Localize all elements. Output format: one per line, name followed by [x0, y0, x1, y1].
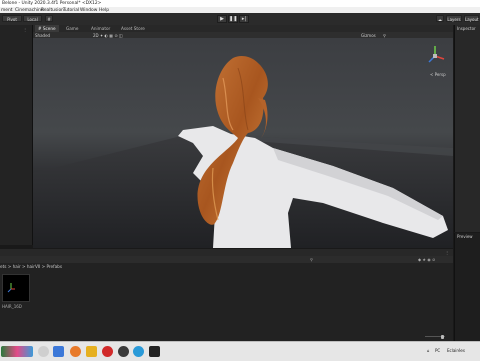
tab-animator[interactable]: Animator: [88, 25, 113, 32]
play-icon: ▶: [220, 16, 224, 22]
prefab-icon: [7, 283, 15, 293]
menu-item-help[interactable]: Help: [99, 8, 109, 13]
zoom-slider-thumb[interactable]: [441, 334, 444, 339]
shading-mode-dropdown[interactable]: Shaded: [35, 33, 50, 38]
scene-viewport[interactable]: < Persp: [33, 38, 453, 248]
menu-item-tutorial[interactable]: Tutorial: [63, 8, 79, 13]
collab-button[interactable]: ☁: [436, 15, 444, 22]
local-toggle[interactable]: Local: [23, 15, 42, 22]
gizmos-dropdown[interactable]: Gizmos: [361, 33, 376, 38]
language-label[interactable]: Eclairées: [447, 348, 465, 353]
inspector-title[interactable]: Inspector: [457, 26, 476, 31]
region-label: PC: [435, 348, 441, 353]
menu-item-reallusion[interactable]: Realtusion: [41, 8, 64, 13]
windows-taskbar: ⌂ PC Eclairées: [0, 341, 480, 361]
panel-menu-icon[interactable]: ⋮: [23, 27, 27, 32]
step-icon: ▸|: [241, 16, 247, 22]
tab-scene[interactable]: # Scene: [35, 25, 59, 32]
zoom-slider[interactable]: [425, 334, 445, 339]
window-title: Belone - Unity 2020.3.4f1 Personal* <DX1…: [2, 0, 102, 6]
opera-icon[interactable]: [102, 346, 113, 357]
tab-game[interactable]: Game: [63, 25, 81, 32]
window-title-bar: Belone - Unity 2020.3.4f1 Personal* <DX1…: [0, 0, 480, 7]
asset-name: HAIR_16D: [2, 304, 22, 309]
layers-label: Layers: [447, 17, 461, 22]
hierarchy-panel: ⋮: [0, 25, 33, 245]
tab-asset-store[interactable]: Asset Store: [118, 25, 148, 32]
asset-thumbnail[interactable]: [2, 274, 30, 302]
project-tab-bar: ⋮: [0, 249, 453, 256]
play-button[interactable]: ▶: [217, 15, 227, 23]
unity-icon[interactable]: [149, 346, 160, 357]
grid-snap-button[interactable]: #: [45, 15, 53, 22]
menu-item-window[interactable]: Window: [80, 8, 97, 13]
persp-label[interactable]: < Persp: [430, 72, 446, 77]
network-icon[interactable]: ⌂: [427, 348, 430, 353]
layout-label: Layout: [465, 17, 479, 22]
pivot-label: Pivot: [7, 17, 17, 22]
scene-search-icon[interactable]: ⚲: [383, 33, 386, 38]
steam-icon[interactable]: [118, 346, 129, 357]
project-browser: [0, 263, 453, 341]
preview-panel: Preview: [454, 233, 480, 341]
project-search-icon[interactable]: ⚲: [310, 257, 313, 262]
pause-icon: ❚❚: [229, 16, 238, 22]
pause-button[interactable]: ❚❚: [228, 15, 238, 23]
breadcrumb[interactable]: ets > hair > hairVII > Prefabs: [0, 264, 80, 270]
layers-dropdown[interactable]: Layers: [446, 15, 462, 22]
cloud-icon: ☁: [438, 17, 442, 22]
grid-icon: #: [47, 17, 51, 22]
edge-icon[interactable]: [133, 346, 144, 357]
firefox-icon[interactable]: [70, 346, 81, 357]
scene-view-tools[interactable]: 2D ✦ ◐ ▦ ⊙ ◫: [93, 33, 123, 38]
scene-render: < Persp: [33, 46, 453, 248]
scene-orientation-gizmo[interactable]: [428, 46, 445, 63]
scene-tab-bar: # Scene Game Animator Asset Store: [33, 25, 453, 32]
menu-item-component[interactable]: ment: [1, 8, 12, 13]
layout-dropdown[interactable]: Layout: [464, 15, 479, 22]
taskview-icon[interactable]: [53, 346, 64, 357]
filter-icons[interactable]: ◆ ★ ◉ ⊘: [418, 257, 435, 262]
inspector-panel: Inspector: [454, 25, 480, 232]
menu-item-cinemachine[interactable]: Cinemachine: [15, 8, 44, 13]
step-button[interactable]: ▸|: [239, 15, 249, 23]
search-icon[interactable]: [38, 346, 49, 357]
explorer-icon[interactable]: [86, 346, 97, 357]
pivot-toggle[interactable]: Pivot: [2, 15, 22, 22]
start-icon[interactable]: [1, 346, 33, 357]
preview-title: Preview: [457, 234, 473, 239]
panel-menu-icon[interactable]: ⋮: [445, 250, 449, 255]
local-label: Local: [27, 17, 38, 22]
project-toolbar: ⚲ ◆ ★ ◉ ⊘: [0, 256, 453, 263]
